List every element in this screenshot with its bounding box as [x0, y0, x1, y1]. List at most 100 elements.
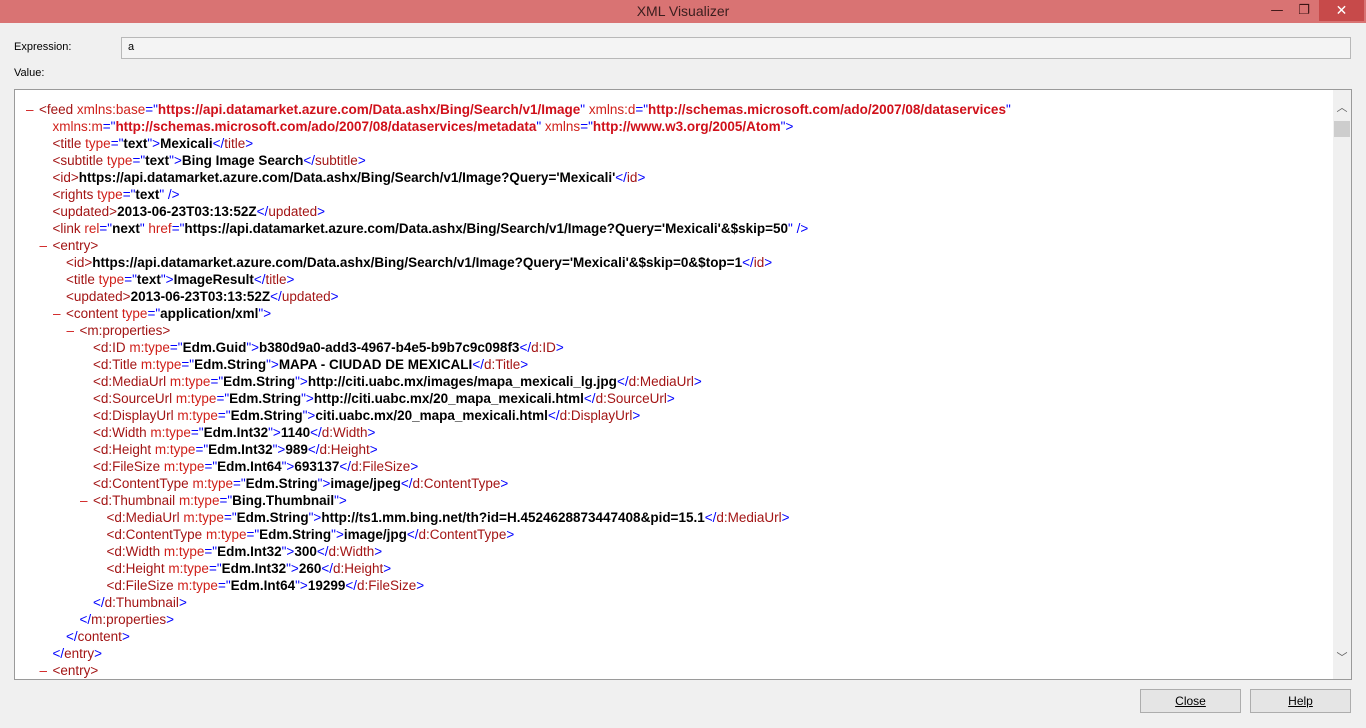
xml-token: 260	[298, 561, 322, 576]
xml-token: ="	[124, 272, 137, 287]
xml-token: m:type	[178, 493, 220, 508]
maximize-button[interactable]: ❐	[1291, 0, 1317, 21]
collapse-toggle[interactable]: –	[80, 492, 93, 509]
expression-field[interactable]: a	[121, 37, 1351, 59]
xml-token: ="	[145, 102, 158, 117]
xml-token: citi.uabc.mx/20_mapa_mexicali.html	[315, 408, 548, 423]
xml-token: ="	[217, 578, 231, 593]
xml-token: ="	[190, 425, 204, 440]
xml-token: >	[416, 578, 425, 593]
xml-line: </entry>	[26, 645, 1331, 662]
xml-token: ="	[102, 119, 116, 134]
collapse-toggle[interactable]: –	[67, 322, 80, 339]
xml-token: https://api.datamarket.azure.com/Data.as…	[92, 255, 743, 270]
xml-token: ">	[272, 442, 286, 457]
xml-token: >	[330, 289, 339, 304]
xml-token: ">	[286, 561, 299, 576]
xml-token: ="	[208, 561, 222, 576]
xml-token: >	[632, 408, 641, 423]
xml-line: <d:Height m:type="Edm.Int32">260</d:Heig…	[26, 560, 1331, 577]
xml-token: 1140	[280, 425, 311, 440]
window-title: XML Visualizer	[636, 3, 730, 19]
collapse-toggle[interactable]: –	[40, 237, 53, 254]
xml-token: <d:MediaUrl	[106, 510, 184, 525]
help-button[interactable]: Help	[1250, 689, 1351, 713]
xml-line: </content>	[26, 628, 1331, 645]
xml-token: "	[580, 102, 589, 117]
xml-token: <id>	[66, 255, 93, 270]
xml-token: <d:ID	[93, 340, 130, 355]
xml-token: >	[245, 136, 254, 151]
xml-token: m:properties	[91, 612, 167, 627]
xml-token: application/xml	[160, 306, 259, 321]
xml-line: <link rel="next" href="https://api.datam…	[26, 220, 1331, 237]
xml-token: d:Thumbnail	[104, 595, 179, 610]
collapse-toggle[interactable]: –	[40, 662, 53, 679]
xml-token: ">	[258, 306, 272, 321]
collapse-toggle[interactable]: –	[26, 101, 39, 118]
xml-line: – <m:properties>	[26, 322, 1331, 339]
xml-token: 693137	[294, 459, 340, 474]
help-button-label: Help	[1288, 694, 1313, 708]
xml-line: <d:FileSize m:type="Edm.Int64">19299</d:…	[26, 577, 1331, 594]
xml-token: ="	[110, 136, 124, 151]
xml-token: m:type	[183, 510, 224, 525]
xml-token: d:ContentType	[418, 527, 507, 542]
xml-token: </	[339, 459, 352, 474]
xml-line: <d:ContentType m:type="Edm.String">image…	[26, 475, 1331, 492]
scroll-thumb[interactable]	[1334, 121, 1350, 137]
xml-token: "	[536, 119, 545, 134]
xml-token: Edm.String	[194, 357, 267, 372]
xml-token: <d:Height	[106, 561, 169, 576]
xml-line: – <feed xmlns:base="https://api.datamarke…	[26, 101, 1331, 118]
xml-token: updated	[281, 289, 331, 304]
down-arrow-icon[interactable]: ﹀	[1333, 648, 1351, 665]
xml-token: ="	[204, 544, 218, 559]
xml-line: <d:MediaUrl m:type="Edm.String">http://t…	[26, 509, 1331, 526]
xml-token: d:FileSize	[351, 459, 411, 474]
xml-token: </	[615, 170, 627, 185]
xml-line: <d:Title m:type="Edm.String">MAPA - CIUD…	[26, 356, 1331, 373]
xml-value-view[interactable]: – <feed xmlns:base="https://api.datamarke…	[14, 89, 1352, 680]
xml-token: </	[79, 612, 92, 627]
xml-token: title	[265, 272, 287, 287]
up-arrow-icon[interactable]: ︿	[1333, 98, 1351, 115]
xml-token: id	[626, 170, 638, 185]
xml-token: text	[145, 153, 170, 168]
vertical-scrollbar[interactable]: ︿ ﹀	[1333, 90, 1351, 679]
xml-token: ">	[268, 425, 281, 440]
xml-token: ="	[147, 306, 161, 321]
close-button[interactable]: Close	[1140, 689, 1241, 713]
xml-token: ">	[246, 340, 260, 355]
xml-token: d:ID	[531, 340, 556, 355]
xml-token: d:SourceUrl	[595, 391, 667, 406]
xml-token: http://citi.uabc.mx/images/mapa_mexicali…	[307, 374, 617, 389]
title-bar: XML Visualizer — ❐ ✕	[0, 0, 1366, 23]
xml-token: >	[555, 340, 564, 355]
xml-token: d:Height	[333, 561, 384, 576]
minimize-button[interactable]: —	[1264, 0, 1290, 21]
xml-token: <title	[52, 136, 86, 151]
xml-token: ="	[122, 187, 136, 202]
xml-token: 2013-06-23T03:13:52Z	[130, 289, 271, 304]
xml-token: >	[94, 646, 103, 661]
xml-token: ="	[132, 153, 146, 168]
xml-token: ">	[160, 272, 174, 287]
xml-line: <title type="text">Mexicali</title>	[26, 135, 1331, 152]
xml-token: >	[367, 425, 376, 440]
xml-line: <d:DisplayUrl m:type="Edm.String">citi.u…	[26, 407, 1331, 424]
xml-token: >	[121, 629, 130, 644]
xml-token: <d:FileSize	[106, 578, 178, 593]
xml-token: ">	[317, 476, 331, 491]
xml-line: – <d:Thumbnail m:type="Bing.Thumbnail">	[26, 492, 1331, 509]
xml-token: <rights	[52, 187, 98, 202]
expression-label: Expression:	[14, 41, 72, 53]
close-button-label: Close	[1175, 694, 1206, 708]
xml-token: >	[637, 170, 646, 185]
xml-token: image/jpg	[343, 527, 407, 542]
xml-token: <feed	[39, 102, 77, 117]
xml-token: xmlns:d	[588, 102, 636, 117]
xml-token: ">	[281, 459, 295, 474]
collapse-toggle[interactable]: –	[53, 305, 66, 322]
close-window-button[interactable]: ✕	[1319, 0, 1364, 21]
